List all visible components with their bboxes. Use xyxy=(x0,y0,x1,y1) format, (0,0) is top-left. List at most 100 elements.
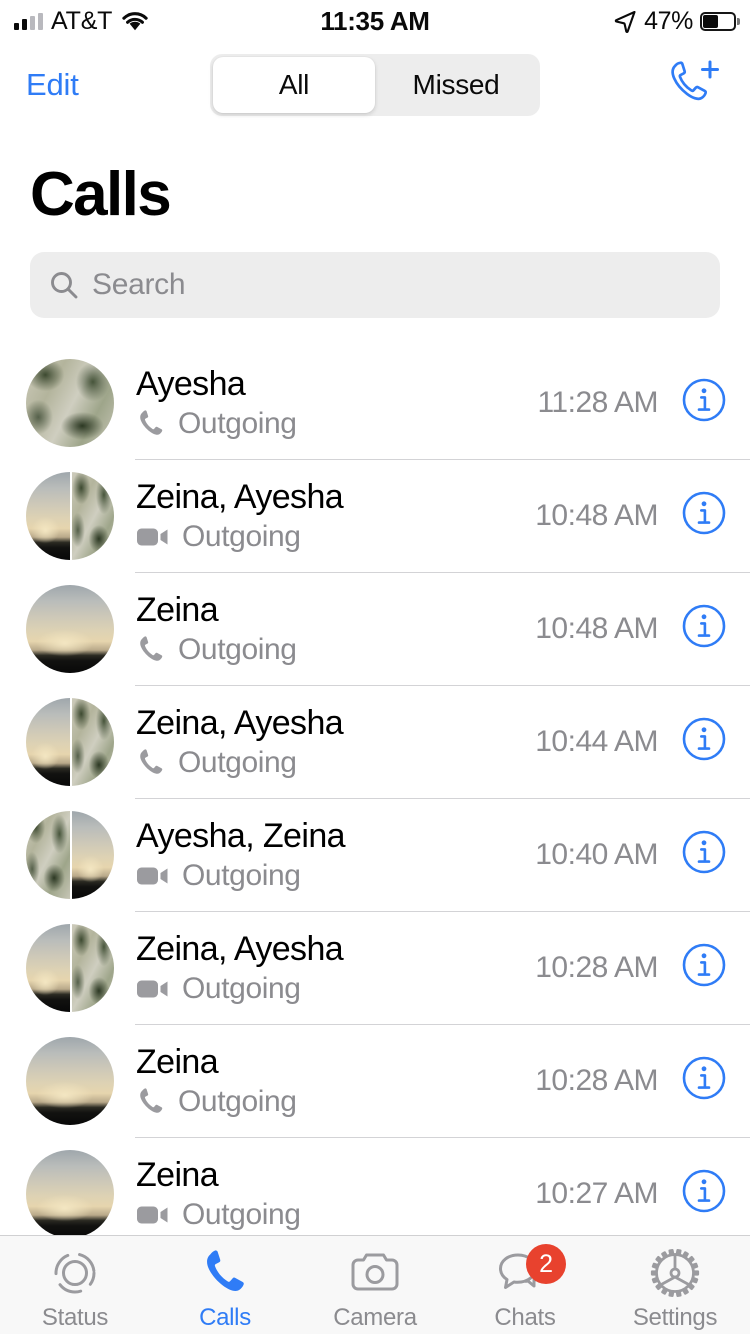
voice-call-icon xyxy=(136,1087,166,1117)
call-list-item[interactable]: Zeina Outgoing 10:28 AM xyxy=(0,1024,750,1137)
call-timestamp: 10:28 AM xyxy=(535,1063,658,1097)
battery-percent-label: 47% xyxy=(644,6,693,35)
call-contact-name: Zeina, Ayesha xyxy=(136,930,344,969)
call-info-button[interactable] xyxy=(680,377,728,428)
avatar xyxy=(26,471,114,560)
tab-calls[interactable]: Calls xyxy=(150,1246,300,1332)
call-contact-name: Ayesha xyxy=(136,365,246,404)
call-info-button[interactable] xyxy=(680,604,728,653)
avatar-photo xyxy=(26,697,70,786)
call-type-row: Outgoing xyxy=(136,1085,535,1119)
info-circle-icon xyxy=(681,1168,727,1219)
call-list-item[interactable]: Zeina, Ayesha Outgoing 10:48 AM xyxy=(0,459,750,572)
search-input[interactable]: Search xyxy=(92,268,186,302)
avatar-photo xyxy=(26,584,114,673)
segment-all[interactable]: All xyxy=(213,57,375,113)
tab-bar: Status Calls Camera 2 Chats Settings xyxy=(0,1235,750,1334)
tab-label: Settings xyxy=(632,1304,718,1331)
avatar xyxy=(26,358,114,447)
avatar-photo xyxy=(70,697,114,786)
status-bar: AT&T 11:35 AM 47% xyxy=(0,0,750,42)
call-row-text: Zeina, Ayesha Outgoing xyxy=(114,477,535,553)
call-info-button[interactable] xyxy=(680,942,728,993)
call-contact-name: Zeina, Ayesha xyxy=(136,704,344,743)
call-type-row: Outgoing xyxy=(136,407,537,441)
call-row-text: Zeina Outgoing xyxy=(114,1155,535,1231)
call-list-item[interactable]: Zeina, Ayesha Outgoing 10:28 AM xyxy=(0,911,750,1024)
call-info-button[interactable] xyxy=(680,716,728,767)
avatar-photo xyxy=(26,471,70,560)
call-list-item[interactable]: Ayesha Outgoing 11:28 AM xyxy=(0,346,750,459)
avatar-photo xyxy=(70,923,114,1012)
search-icon xyxy=(48,269,80,301)
avatar xyxy=(26,697,114,786)
avatar-photo xyxy=(26,810,70,899)
call-timestamp: 10:40 AM xyxy=(535,837,658,871)
call-timestamp: 10:44 AM xyxy=(535,724,658,758)
call-contact-name: Zeina xyxy=(136,591,219,630)
call-type-row: Outgoing xyxy=(136,520,535,554)
avatar-photo xyxy=(26,923,70,1012)
call-list-item[interactable]: Zeina, Ayesha Outgoing 10:44 AM xyxy=(0,685,750,798)
call-direction-label: Outgoing xyxy=(182,1197,301,1231)
call-type-row: Outgoing xyxy=(136,859,535,893)
call-direction-label: Outgoing xyxy=(178,745,297,779)
call-type-row: Outgoing xyxy=(136,633,535,667)
call-row-text: Zeina Outgoing xyxy=(114,1042,535,1118)
call-row-text: Zeina, Ayesha Outgoing xyxy=(114,929,535,1005)
tab-status[interactable]: Status xyxy=(0,1246,150,1332)
call-row-text: Ayesha Outgoing xyxy=(114,364,537,440)
phone-icon xyxy=(200,1246,250,1300)
tab-label: Calls xyxy=(199,1304,251,1331)
search-bar[interactable]: Search xyxy=(30,252,720,318)
avatar-photo xyxy=(26,1036,114,1125)
edit-button[interactable]: Edit xyxy=(26,67,79,103)
call-row-text: Ayesha, Zeina Outgoing xyxy=(114,816,535,892)
tab-chats[interactable]: 2 Chats xyxy=(450,1244,600,1332)
info-circle-icon xyxy=(681,942,727,993)
avatar xyxy=(26,923,114,1012)
navigation-bar: Edit All Missed xyxy=(0,42,750,128)
call-type-row: Outgoing xyxy=(136,746,535,780)
status-rings-icon xyxy=(50,1246,100,1300)
segment-missed[interactable]: Missed xyxy=(375,57,537,113)
call-type-row: Outgoing xyxy=(136,1198,535,1232)
call-list-item[interactable]: Zeina Outgoing 10:48 AM xyxy=(0,572,750,685)
tab-camera[interactable]: Camera xyxy=(300,1246,450,1332)
call-row-text: Zeina Outgoing xyxy=(114,590,535,666)
call-info-button[interactable] xyxy=(680,1055,728,1106)
info-circle-icon xyxy=(681,716,727,767)
new-call-button[interactable] xyxy=(662,57,724,113)
avatar xyxy=(26,1149,114,1238)
avatar-photo xyxy=(70,810,114,899)
status-bar-left: AT&T xyxy=(14,7,150,36)
call-direction-label: Outgoing xyxy=(182,858,301,892)
call-direction-label: Outgoing xyxy=(182,519,301,553)
avatar xyxy=(26,584,114,673)
info-circle-icon xyxy=(681,829,727,880)
page-title: Calls xyxy=(30,160,172,229)
calls-list: Ayesha Outgoing 11:28 AM Zeina, Ayesha Outgo… xyxy=(0,346,750,1250)
call-contact-name: Zeina, Ayesha xyxy=(136,478,344,517)
info-circle-icon xyxy=(681,377,727,428)
call-contact-name: Ayesha, Zeina xyxy=(136,817,346,856)
tab-badge: 2 xyxy=(526,1244,567,1284)
call-list-item[interactable]: Zeina Outgoing 10:27 AM xyxy=(0,1137,750,1250)
calls-filter-segmented-control[interactable]: All Missed xyxy=(210,54,540,116)
call-contact-name: Zeina xyxy=(136,1043,219,1082)
call-direction-label: Outgoing xyxy=(178,406,297,440)
avatar-photo xyxy=(26,1149,114,1238)
camera-icon xyxy=(349,1246,401,1300)
call-info-button[interactable] xyxy=(680,829,728,880)
tab-label: Chats xyxy=(494,1304,556,1331)
call-timestamp: 10:48 AM xyxy=(535,498,658,532)
info-circle-icon xyxy=(681,490,727,541)
call-info-button[interactable] xyxy=(680,1168,728,1219)
battery-icon xyxy=(700,11,740,31)
status-bar-right: 47% xyxy=(613,6,740,36)
tab-settings[interactable]: Settings xyxy=(600,1246,750,1332)
call-info-button[interactable] xyxy=(680,490,728,541)
info-circle-icon xyxy=(681,1055,727,1106)
call-list-item[interactable]: Ayesha, Zeina Outgoing 10:40 AM xyxy=(0,798,750,911)
call-direction-label: Outgoing xyxy=(178,1084,297,1118)
